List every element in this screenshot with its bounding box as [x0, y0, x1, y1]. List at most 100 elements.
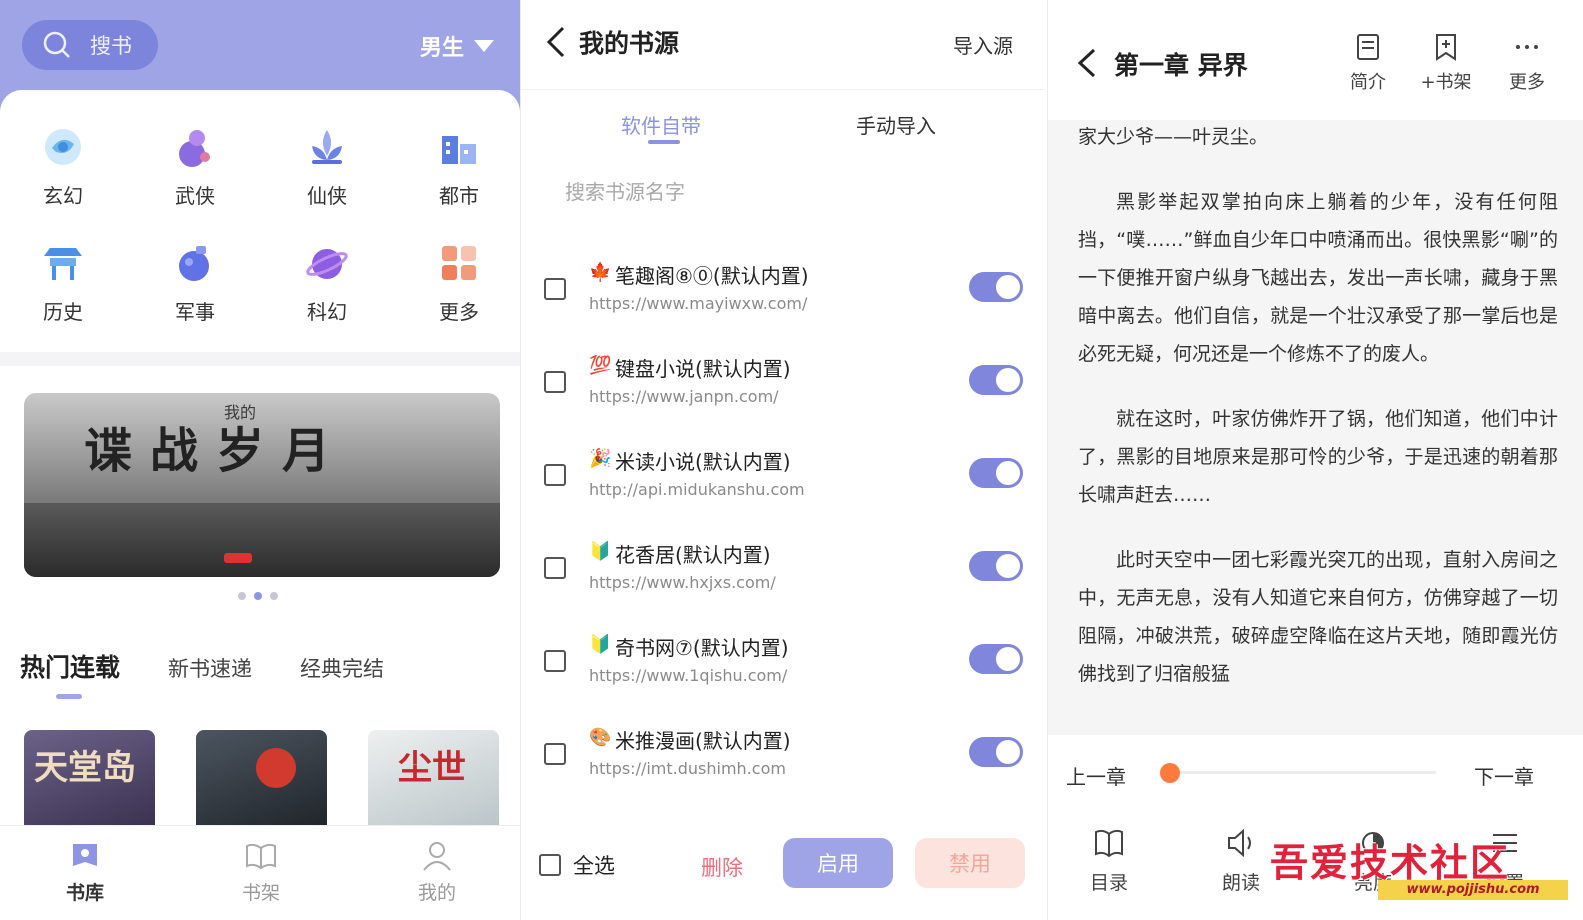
grid-icon	[442, 246, 476, 280]
disable-button[interactable]: 禁用	[915, 838, 1025, 888]
source-toggle[interactable]	[969, 737, 1023, 767]
grenade-icon	[179, 246, 209, 281]
source-checkbox[interactable]	[544, 650, 566, 672]
source-url: https://imt.dushimh.com	[589, 759, 786, 778]
category-kehuan[interactable]: 科幻	[282, 240, 372, 325]
nav-library[interactable]: 书库	[45, 838, 125, 905]
paragraph: 家大少爷——叶灵尘。	[1078, 126, 1269, 148]
watermark-logo: 吾爱技术社区	[1270, 840, 1511, 885]
source-url: https://www.hxjxs.com/	[589, 573, 776, 592]
nav-profile[interactable]: 我的	[397, 838, 477, 905]
source-toggle[interactable]	[969, 551, 1023, 581]
sources-header: 我的书源 导入源	[521, 0, 1045, 90]
chapter-text: 家大少爷——叶灵尘。 黑影举起双掌拍向床上躺着的少年，没有任何阻挡，“噗……”鲜…	[1048, 120, 1583, 735]
prev-chapter-button[interactable]: 上一章	[1066, 761, 1126, 790]
carousel-dot	[270, 592, 278, 600]
source-checkbox[interactable]	[544, 743, 566, 765]
source-emoji-icon: 🎉	[589, 448, 612, 469]
source-toggle[interactable]	[969, 458, 1023, 488]
more-button[interactable]: 更多	[1492, 32, 1562, 94]
book-sources-screen: 我的书源 导入源 软件自带 手动导入 搜索书源名字 🍁 笔趣阁⑧⓪(默认内置) …	[520, 0, 1045, 920]
watermark-url: www.pojjishu.com	[1378, 880, 1568, 900]
source-name: 奇书网⑦(默认内置)	[615, 636, 789, 660]
banner-image	[24, 503, 500, 577]
info-card-icon	[1357, 34, 1379, 60]
progress-track[interactable]	[1168, 771, 1436, 774]
delete-button[interactable]: 删除	[701, 852, 743, 882]
search-book-button[interactable]: 搜书	[22, 20, 158, 70]
toggle-knob	[996, 740, 1020, 764]
nav-bookshelf[interactable]: 书架	[221, 838, 301, 905]
source-emoji-icon: 🔰	[589, 541, 612, 562]
source-url: http://api.midukanshu.com	[589, 480, 805, 499]
source-search-input[interactable]: 搜索书源名字	[565, 176, 685, 205]
add-to-shelf-button[interactable]: +书架	[1411, 32, 1481, 94]
category-wuxia[interactable]: 武侠	[150, 124, 240, 209]
toggle-knob	[996, 368, 1020, 392]
reader-screen: 第一章 异界 简介 +书架 更多 家大少爷——叶灵尘。 黑影举起双掌拍向床上躺着…	[1047, 0, 1583, 920]
tab-hot-serial[interactable]: 热门连载	[20, 648, 120, 684]
paragraph: 就在这时，叶家仿佛炸开了锅，他们知道，他们中计了，黑影的目地原来是那可怜的少爷，…	[1078, 408, 1558, 506]
intro-button[interactable]: 简介	[1333, 32, 1403, 94]
source-checkbox[interactable]	[544, 464, 566, 486]
toggle-knob	[996, 275, 1020, 299]
source-checkbox[interactable]	[544, 557, 566, 579]
book-icon	[1095, 829, 1123, 858]
source-row[interactable]: 🎨 米推漫画(默认内置) https://imt.dushimh.com	[521, 717, 1045, 810]
carousel-indicator	[238, 592, 278, 600]
list-tabs: 热门连载 新书速递 经典完结	[20, 648, 432, 684]
category-xianxia[interactable]: 仙侠	[282, 124, 372, 209]
source-name: 米读小说(默认内置)	[615, 450, 791, 474]
source-checkbox[interactable]	[544, 371, 566, 393]
source-emoji-icon: 💯	[589, 355, 612, 376]
source-row[interactable]: 🎉 米读小说(默认内置) http://api.midukanshu.com	[521, 438, 1045, 531]
category-xuanhuan[interactable]: 玄幻	[18, 124, 108, 209]
next-chapter-button[interactable]: 下一章	[1474, 761, 1534, 790]
category-junshi[interactable]: 军事	[150, 240, 240, 325]
source-row[interactable]: 🔰 花香居(默认内置) https://www.hxjxs.com/	[521, 531, 1045, 624]
segment-builtin[interactable]: 软件自带	[621, 110, 701, 139]
source-row[interactable]: 🔰 奇书网⑦(默认内置) https://www.1qishu.com/	[521, 624, 1045, 717]
back-arrow-icon[interactable]	[1074, 46, 1102, 80]
nav-catalog[interactable]: 目录	[1069, 826, 1149, 895]
source-url: https://www.mayiwxw.com/	[589, 294, 808, 313]
cover-art	[256, 748, 296, 788]
source-row[interactable]: 🍁 笔趣阁⑧⓪(默认内置) https://www.mayiwxw.com/	[521, 252, 1045, 345]
source-url: https://www.1qishu.com/	[589, 666, 788, 685]
book-cover[interactable]: 天堂岛	[24, 730, 155, 830]
source-emoji-icon: 🔰	[589, 634, 612, 655]
book-cover[interactable]	[196, 730, 327, 830]
source-toggle[interactable]	[969, 365, 1023, 395]
sources-action-bar: 全选 删除 启用 禁用	[521, 820, 1045, 920]
gourd-icon	[179, 130, 210, 167]
book-open-icon	[246, 843, 276, 870]
page-title: 我的书源	[579, 29, 680, 58]
import-source-button[interactable]: 导入源	[953, 30, 1013, 59]
category-dushi[interactable]: 都市	[414, 124, 504, 209]
enable-button[interactable]: 启用	[783, 838, 893, 888]
library-icon	[73, 844, 97, 866]
source-toggle[interactable]	[969, 272, 1023, 302]
source-toggle[interactable]	[969, 644, 1023, 674]
segment-manual[interactable]: 手动导入	[856, 110, 936, 139]
select-all-checkbox[interactable]: 全选	[539, 850, 615, 880]
back-arrow-icon[interactable]	[543, 24, 573, 60]
paragraph: 此时天空中一团七彩霞光突兀的出现，直射入房间之中，无声无息，没有人知道它来自何方…	[1078, 549, 1558, 685]
gender-dropdown[interactable]: 男生	[420, 30, 495, 62]
promo-banner[interactable]: 我的 谍战岁月	[24, 393, 500, 577]
segment-indicator	[648, 140, 680, 144]
source-row[interactable]: 💯 键盘小说(默认内置) https://www.janpn.com/	[521, 345, 1045, 438]
nav-read-aloud[interactable]: 朗读	[1201, 826, 1281, 895]
source-checkbox[interactable]	[544, 278, 566, 300]
tab-new-books[interactable]: 新书速递	[168, 653, 252, 683]
progress-thumb[interactable]	[1160, 763, 1180, 783]
search-icon	[43, 31, 70, 58]
search-book-label: 搜书	[90, 34, 132, 58]
category-more[interactable]: 更多	[414, 240, 504, 325]
category-lishi[interactable]: 历史	[18, 240, 108, 325]
book-cover[interactable]: 尘世	[368, 730, 499, 830]
carousel-dot	[238, 592, 246, 600]
tab-classic-finished[interactable]: 经典完结	[300, 653, 384, 683]
chapter-progress-bar: 上一章 下一章	[1048, 735, 1583, 810]
lotus-icon	[312, 130, 342, 164]
